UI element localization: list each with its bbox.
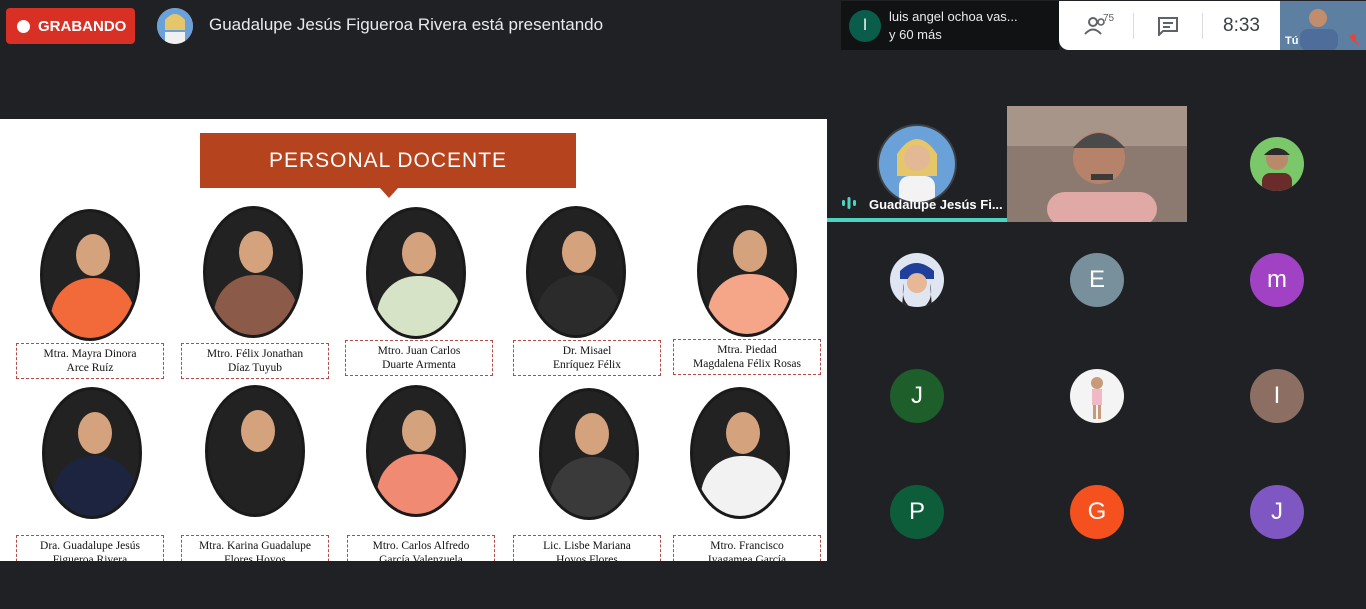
caption-line-2: Arce Ruíz: [66, 362, 114, 374]
teacher-photo: [366, 207, 466, 339]
participant-tile[interactable]: m: [1187, 222, 1366, 338]
teacher-photo: [526, 206, 626, 338]
presentation-slide: PERSONAL DOCENTE Mtra. Mayra Dinora Arce…: [0, 119, 828, 561]
participant-tile[interactable]: J: [827, 338, 1007, 454]
self-view-tile[interactable]: Tú: [1280, 1, 1366, 50]
notification-line-2: y 60 más: [889, 26, 942, 42]
teacher-photo: [697, 205, 797, 337]
speaker-avatar: [879, 126, 955, 202]
notification-line-1: luis angel ochoa vas...: [889, 8, 1018, 24]
participant-video-tile[interactable]: [1007, 106, 1187, 222]
caption-line-1: Mtro. Juan Carlos: [377, 345, 461, 357]
notification-avatar: l: [849, 9, 881, 42]
caption-line-1: Mtro. Francisco: [710, 540, 784, 552]
meeting-controls: 75 8:33: [1059, 1, 1280, 50]
participant-gallery: Guadalupe Jesús Fi... E m J I P G J: [827, 106, 1366, 571]
caption-line-1: Lic. Lisbe Mariana: [543, 540, 631, 552]
caption-line-2: Figueroa Rivera: [52, 554, 128, 561]
caption-line-2: Hoyos Flores: [556, 554, 618, 561]
teacher-photo: [366, 385, 466, 517]
recording-label: GRABANDO: [38, 17, 127, 35]
caption-line-1: Mtro. Félix Jonathan: [206, 348, 304, 360]
teacher-caption: Mtra. Piedad Magdalena Félix Rosas: [673, 339, 821, 375]
participant-initial-avatar: J: [1250, 485, 1304, 539]
clock: 8:33: [1223, 14, 1260, 36]
participant-tile[interactable]: I: [1187, 338, 1366, 454]
teacher-caption: Mtra. Mayra Dinora Arce Ruíz: [16, 343, 164, 379]
teacher-caption: Mtro. Juan Carlos Duarte Armenta: [345, 340, 493, 376]
teacher-caption: Dra. Guadalupe Jesús Figueroa Rivera: [16, 535, 164, 561]
participant-tile[interactable]: [827, 222, 1007, 338]
teacher-caption: Dr. Misael Enríquez Félix: [513, 340, 661, 376]
caption-line-2: Magdalena Félix Rosas: [693, 358, 801, 370]
record-dot-icon: [17, 19, 30, 33]
teacher-caption: Mtra. Karina Guadalupe Flores Hoyos: [181, 535, 329, 561]
speaker-tile[interactable]: Guadalupe Jesús Fi...: [827, 106, 1007, 222]
slide-title-banner: PERSONAL DOCENTE: [200, 133, 576, 188]
participant-initial-avatar: G: [1070, 485, 1124, 539]
chat-notification[interactable]: l luis angel ochoa vas... y 60 más: [841, 1, 1059, 50]
participant-tile[interactable]: J: [1187, 454, 1366, 570]
participant-initial-avatar: I: [1250, 369, 1304, 423]
participant-initial-avatar: J: [890, 369, 944, 423]
participant-initial-avatar: m: [1250, 253, 1304, 307]
participant-avatar: [1250, 137, 1304, 191]
caption-line-2: Díaz Tuyub: [228, 362, 282, 374]
teacher-photo: [205, 385, 305, 517]
participant-initial-avatar: P: [890, 485, 944, 539]
caption-line-2: Flores Hoyos: [224, 554, 286, 561]
caption-line-2: Duarte Armenta: [382, 359, 456, 371]
audio-level-icon: [842, 197, 856, 209]
participant-tile[interactable]: [1187, 106, 1366, 222]
teacher-photo: [40, 209, 140, 341]
caption-line-1: Dra. Guadalupe Jesús: [40, 540, 140, 552]
teacher-photo: [42, 387, 142, 519]
participant-tile[interactable]: [1007, 338, 1187, 454]
teacher-caption: Mtro. Francisco Iyagamea García: [673, 535, 821, 561]
teacher-photo: [203, 206, 303, 338]
presenter-status: Guadalupe Jesús Figueroa Rivera está pre…: [209, 15, 604, 34]
speaker-name: Guadalupe Jesús Fi...: [869, 197, 1003, 212]
caption-line-1: Mtra. Mayra Dinora: [43, 348, 137, 360]
teacher-caption: Mtro. Félix Jonathan Díaz Tuyub: [181, 343, 329, 379]
participant-avatar: [1070, 369, 1124, 423]
teacher-caption: Mtro. Carlos Alfredo García Valenzuela: [347, 535, 495, 561]
recording-badge: GRABANDO: [6, 8, 135, 44]
participant-tile[interactable]: G: [1007, 454, 1187, 570]
caption-line-1: Dr. Misael: [562, 345, 612, 357]
mic-off-icon: [1348, 34, 1360, 46]
participant-tile[interactable]: E: [1007, 222, 1187, 338]
participant-avatar: [890, 253, 944, 307]
speaker-avatar-ring: [877, 124, 957, 204]
teacher-photo: [690, 387, 790, 519]
slide-title: PERSONAL DOCENTE: [268, 148, 508, 172]
caption-line-1: Mtra. Piedad: [717, 344, 777, 356]
people-count: 75: [1103, 13, 1115, 24]
participant-initial-avatar: E: [1070, 253, 1124, 307]
caption-line-2: Enríquez Félix: [552, 359, 622, 371]
chat-button[interactable]: [1133, 12, 1203, 39]
caption-line-2: García Valenzuela: [379, 554, 463, 561]
teacher-caption: Lic. Lisbe Mariana Hoyos Flores: [513, 535, 661, 561]
presenter-avatar: [157, 8, 193, 44]
chat-icon: [1158, 16, 1178, 36]
caption-line-1: Mtra. Karina Guadalupe: [198, 540, 312, 552]
people-button[interactable]: 75: [1059, 1, 1133, 50]
caption-line-2: Iyagamea García: [707, 554, 787, 561]
participant-tile[interactable]: P: [827, 454, 1007, 570]
meet-screen: GRABANDO Guadalupe Jesús Figueroa Rivera…: [0, 0, 1366, 609]
self-label: Tú: [1285, 35, 1299, 47]
teacher-photo: [539, 388, 639, 520]
banner-pointer: [380, 188, 398, 198]
caption-line-1: Mtro. Carlos Alfredo: [372, 540, 470, 552]
